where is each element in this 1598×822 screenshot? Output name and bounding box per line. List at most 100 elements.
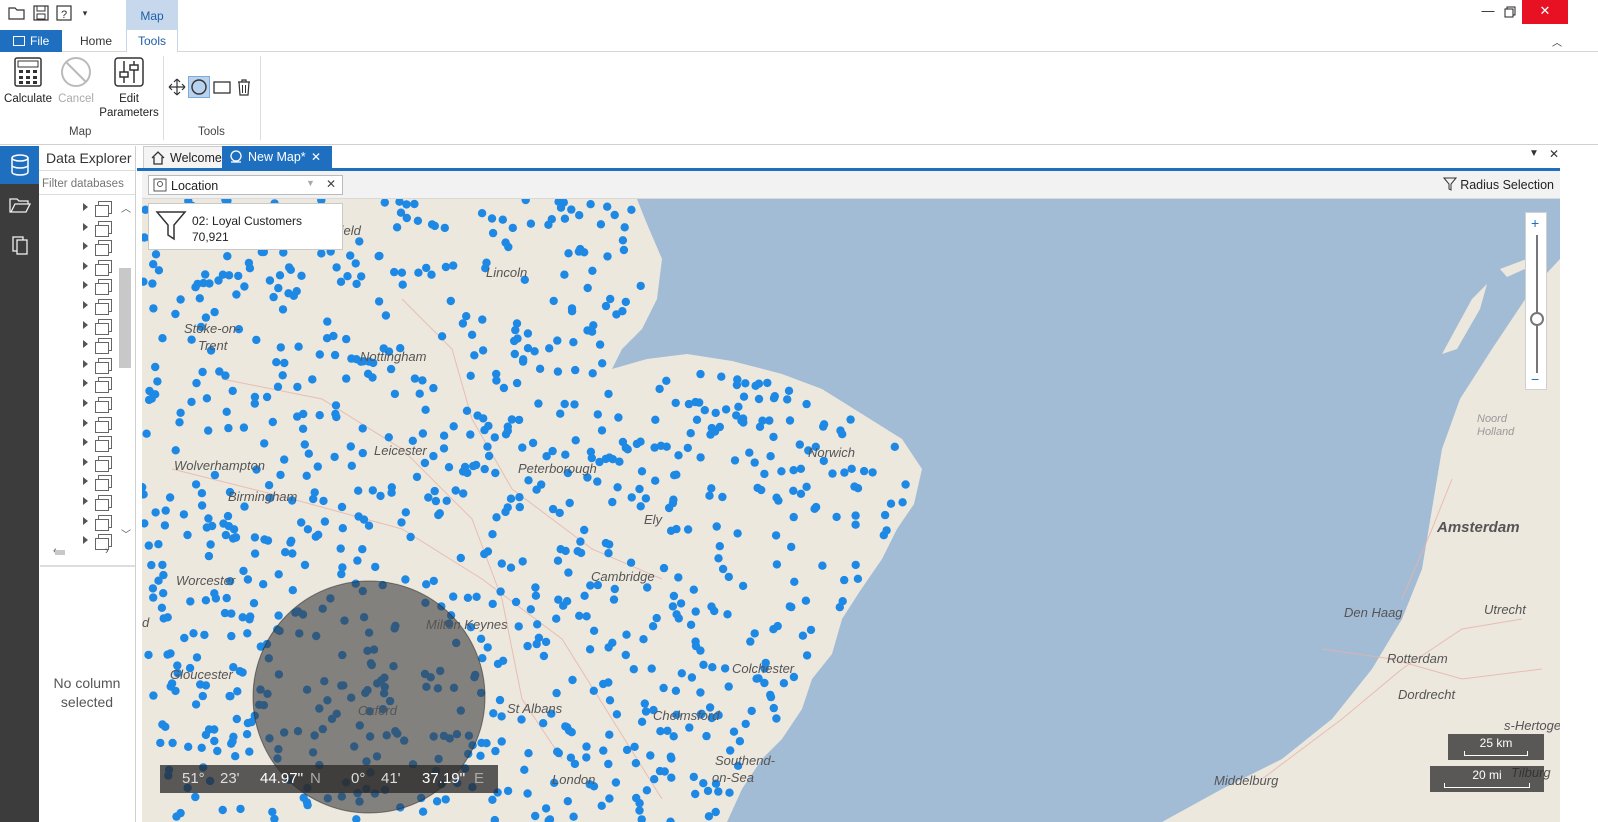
zoom-thumb[interactable] [1530,312,1544,326]
customer-dot [601,301,611,311]
clear-location-icon[interactable]: ✕ [326,177,336,191]
tree-node[interactable] [83,395,113,413]
close-tab-icon[interactable]: ✕ [311,146,321,168]
database-icon[interactable] [0,146,39,184]
tab-welcome[interactable]: Welcome [143,146,225,170]
collapse-ribbon-icon[interactable]: ︿ [1552,34,1562,49]
zoom-track[interactable] [1536,235,1538,373]
clipboard-icon[interactable] [0,226,39,264]
expand-arrow-icon[interactable] [83,222,88,231]
customer-dot [293,382,302,392]
trash-icon[interactable] [236,78,252,96]
customer-dot [556,545,565,554]
customer-dot [499,383,509,393]
save-icon[interactable] [32,4,50,22]
tree-node[interactable] [83,513,113,531]
expand-arrow-icon[interactable] [83,477,88,486]
tab-new-map[interactable]: New Map* ✕ [222,146,332,170]
customize-dropdown-icon[interactable]: ▾ [76,4,94,22]
filter-databases-input[interactable] [42,175,132,193]
tree-node[interactable] [83,336,113,355]
customer-dot [243,629,252,638]
panel-splitter[interactable] [40,565,135,567]
edit-parameters-button[interactable]: Edit Parameters [99,56,159,120]
tree-node[interactable] [83,277,113,296]
customer-dot [159,614,168,623]
expand-arrow-icon[interactable] [83,418,88,427]
tree-node[interactable] [83,199,113,217]
expand-arrow-icon[interactable] [83,340,88,349]
expand-arrow-icon[interactable] [83,242,88,251]
tab-home[interactable]: Home [76,30,116,52]
map-label: Colchester [732,661,795,676]
expand-arrow-icon[interactable] [83,261,88,270]
tree-node[interactable] [83,415,113,433]
tree-node[interactable] [83,493,113,511]
customer-dot [422,580,431,589]
zoom-out-icon[interactable]: − [1531,371,1539,387]
customer-dot [589,626,599,635]
tree-vertical-scrollbar[interactable]: ︿ ﹀ [119,200,133,541]
close-document-icon[interactable]: ✕ [1549,147,1559,161]
customer-dot [459,489,468,498]
customer-dot [197,489,207,498]
open-folder-icon[interactable] [8,4,26,22]
tree-horizontal-scrollbar[interactable]: ‹ › [49,545,119,559]
file-tab[interactable]: File [0,30,62,52]
circle-select-icon[interactable] [188,76,210,98]
expand-arrow-icon[interactable] [83,281,88,290]
customer-dot [449,422,458,431]
tree-node[interactable] [83,219,113,237]
location-selector[interactable]: Location ▼ ✕ [148,175,343,195]
customer-dot [495,695,505,705]
scroll-down-icon[interactable]: ﹀ [121,526,131,541]
tree-node[interactable] [83,434,113,453]
customer-dot [774,496,783,505]
scroll-right-icon[interactable]: › [105,545,109,557]
map-canvas[interactable]: field Lincoln Stoke-on- Trent Nottingham Leic… [142,199,1560,822]
zoom-control[interactable]: + − [1525,212,1547,390]
close-window-icon[interactable]: ✕ [1522,0,1568,24]
customer-dot [245,264,255,273]
expand-arrow-icon[interactable] [83,203,88,211]
tree-scroll-thumb[interactable] [119,268,131,368]
expand-arrow-icon[interactable] [83,497,88,505]
tree-node[interactable] [83,297,113,315]
tree-node[interactable] [83,258,113,276]
location-dropdown-icon[interactable]: ▼ [306,178,315,188]
customer-dot [556,203,566,212]
tab-tools[interactable]: Tools [126,30,178,53]
customer-dot [596,220,606,229]
expand-arrow-icon[interactable] [83,359,88,368]
help-icon[interactable]: ? [55,4,73,22]
expand-arrow-icon[interactable] [83,516,88,525]
scroll-up-icon[interactable]: ︿ [121,200,131,215]
expand-arrow-icon[interactable] [83,320,88,329]
rectangle-select-icon[interactable] [213,79,231,95]
funnel-icon [1442,177,1460,192]
pan-move-icon[interactable] [168,78,186,96]
calculate-button[interactable]: Calculate [4,56,52,106]
customer-dot [685,723,694,732]
open-folder-nav-icon[interactable] [0,186,39,224]
expand-arrow-icon[interactable] [83,301,88,309]
expand-arrow-icon[interactable] [83,457,88,466]
cancel-button[interactable]: Cancel [56,56,96,106]
tree-node[interactable] [83,356,113,374]
expand-arrow-icon[interactable] [83,379,88,388]
tree-node[interactable] [83,317,113,335]
expand-arrow-icon[interactable] [83,438,88,447]
filter-result-card[interactable]: 02: Loyal Customers 70,921 [148,203,343,250]
tree-node[interactable] [83,238,113,257]
customer-dot [476,751,485,760]
tree-node[interactable] [83,375,113,394]
radius-selection-label[interactable]: Radius Selection [1442,177,1554,192]
expand-arrow-icon[interactable] [83,536,88,545]
zoom-in-icon[interactable]: + [1531,215,1539,231]
tree-node[interactable] [83,454,113,472]
customer-dot [604,643,613,652]
tab-list-dropdown-icon[interactable]: ▼ [1529,148,1539,159]
h-scroll-thumb[interactable] [55,550,65,555]
expand-arrow-icon[interactable] [83,399,88,407]
tree-node[interactable] [83,473,113,492]
